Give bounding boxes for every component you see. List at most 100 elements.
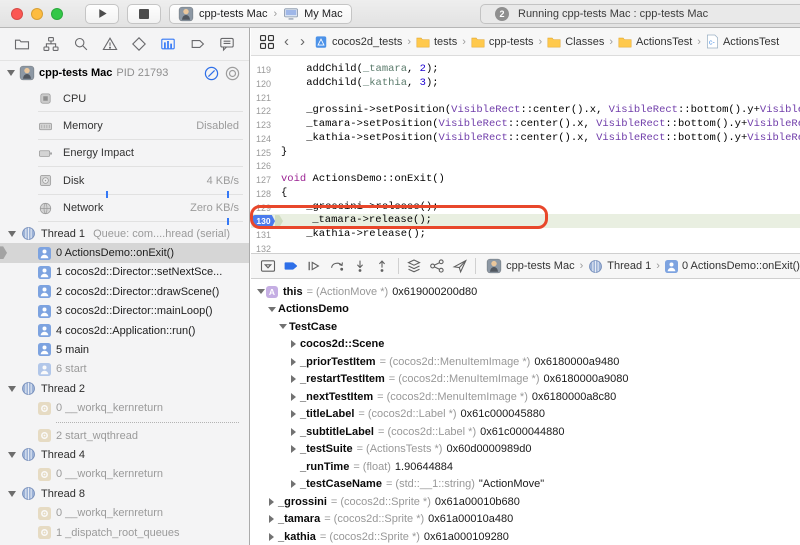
- variable-row[interactable]: _testSuite = (ActionsTests *) 0x60d0000989…: [251, 441, 800, 459]
- jumpbar-item[interactable]: Classes: [547, 36, 604, 48]
- source-editor[interactable]: 119 addChild(_tamara, 2); 120 addChild(_k…: [251, 56, 800, 253]
- step-out-button[interactable]: [371, 256, 394, 276]
- jumpbar-item[interactable]: ActionsTest: [618, 36, 692, 48]
- code-line[interactable]: 120 addChild(_kathia, 3);: [251, 77, 800, 91]
- code-line[interactable]: 123 _tamara->setPosition(VisibleRect::ce…: [251, 118, 800, 132]
- variable-row[interactable]: _priorTestItem = (cocos2d::MenuItemImage …: [251, 353, 800, 371]
- stack-frame-row[interactable]: 3 cocos2d::Director::mainLoop(): [0, 302, 249, 321]
- line-number-gutter[interactable]: 127: [251, 173, 277, 187]
- debug-breadcrumb-item[interactable]: Thread 1: [588, 259, 651, 274]
- code-line[interactable]: 132: [251, 242, 800, 253]
- variable-row[interactable]: _tamara = (cocos2d::Sprite *) 0x61a00010a4…: [251, 511, 800, 529]
- line-number-gutter[interactable]: 119: [251, 63, 277, 77]
- code-line[interactable]: 130 _tamara->release();: [251, 214, 800, 228]
- code-line[interactable]: 122 _grossini->setPosition(VisibleRect::…: [251, 104, 800, 118]
- hide-debug-area-button[interactable]: [257, 256, 280, 276]
- breakpoints-enabled-button[interactable]: [280, 256, 303, 276]
- stack-frame-row[interactable]: 0 __workq_kernreturn: [0, 503, 249, 522]
- disclosure-right-icon[interactable]: [289, 480, 298, 489]
- stack-frame-row[interactable]: 4 cocos2d::Application::run(): [0, 321, 249, 340]
- code-text[interactable]: addChild(_kathia, 3);: [277, 77, 800, 91]
- forward-button[interactable]: ›: [298, 34, 307, 49]
- disclosure-down-icon[interactable]: [8, 230, 16, 237]
- stack-frame-row[interactable]: 5 main: [0, 340, 249, 359]
- gauge-row-disk[interactable]: Disk 4 KB/s: [0, 167, 249, 198]
- variable-row[interactable]: _nextTestItem = (cocos2d::MenuItemImage *…: [251, 388, 800, 406]
- gauge-row-network[interactable]: Network Zero KB/s: [0, 195, 249, 225]
- jumpbar-item[interactable]: tests: [416, 36, 457, 48]
- test-navigator-button[interactable]: [129, 34, 149, 54]
- stack-frame-row[interactable]: 0 ActionsDemo::onExit(): [0, 243, 249, 263]
- jumpbar-item[interactable]: c- ActionsTest: [706, 34, 779, 49]
- process-row[interactable]: cpp-tests Mac PID 21793: [0, 61, 249, 85]
- pause-button[interactable]: [204, 66, 219, 81]
- code-text[interactable]: _kathia->release();: [277, 228, 800, 242]
- thread-row[interactable]: Thread 4: [0, 445, 249, 464]
- variable-row[interactable]: Athis = (ActionMove *) 0x619000200d80: [251, 283, 800, 301]
- code-line[interactable]: 121: [251, 91, 800, 105]
- variable-row[interactable]: ActionsDemo: [251, 301, 800, 319]
- stop-button[interactable]: [127, 3, 161, 24]
- stack-frame-row[interactable]: 0 __workq_kernreturn: [0, 398, 249, 417]
- source-control-navigator-button[interactable]: [41, 34, 61, 54]
- code-line[interactable]: 127 void ActionsDemo::onExit(): [251, 173, 800, 187]
- code-text[interactable]: void ActionsDemo::onExit(): [277, 173, 800, 187]
- line-number-gutter[interactable]: 131: [251, 228, 277, 242]
- code-line[interactable]: 119 addChild(_tamara, 2);: [251, 63, 800, 77]
- variable-row[interactable]: TestCase: [251, 318, 800, 336]
- activity-viewer[interactable]: 2 Running cpp-tests Mac : cpp-tests Mac: [480, 4, 800, 24]
- disclosure-right-icon[interactable]: [267, 515, 276, 524]
- disclosure-right-icon[interactable]: [289, 392, 298, 401]
- disclosure-down-icon[interactable]: [278, 324, 287, 330]
- disclosure-right-icon[interactable]: [289, 410, 298, 419]
- variable-row[interactable]: _runTime = (float) 1.90644884: [251, 458, 800, 476]
- jumpbar-item[interactable]: cpp-tests: [471, 36, 534, 48]
- disclosure-down-icon[interactable]: [267, 306, 276, 312]
- code-line[interactable]: 124 _kathia->setPosition(VisibleRect::ce…: [251, 132, 800, 146]
- disclosure-down-icon[interactable]: [8, 490, 16, 497]
- disclosure-right-icon[interactable]: [289, 375, 298, 384]
- disclosure-right-icon[interactable]: [289, 445, 298, 454]
- disclosure-down-icon[interactable]: [256, 289, 265, 295]
- code-line[interactable]: 129 _grossini->release();: [251, 201, 800, 215]
- jumpbar-item[interactable]: cocos2d_tests: [314, 35, 402, 49]
- line-number-gutter[interactable]: 132: [251, 242, 277, 253]
- code-text[interactable]: _tamara->setPosition(VisibleRect::center…: [277, 118, 800, 132]
- code-line[interactable]: 128 {: [251, 187, 800, 201]
- find-navigator-button[interactable]: [71, 34, 91, 54]
- disclosure-right-icon[interactable]: [267, 497, 276, 506]
- code-text[interactable]: [277, 159, 800, 173]
- code-text[interactable]: _kathia->setPosition(VisibleRect::center…: [277, 132, 800, 146]
- breakpoint-navigator-button[interactable]: [188, 34, 208, 54]
- stack-frame-row[interactable]: 1 _dispatch_root_queues: [0, 523, 249, 542]
- stack-frame-row[interactable]: 2 cocos2d::Director::drawScene(): [0, 282, 249, 301]
- variable-row[interactable]: _subtitleLabel = (cocos2d::Label *) 0x61c0…: [251, 423, 800, 441]
- disclosure-right-icon[interactable]: [289, 357, 298, 366]
- related-items-icon[interactable]: [259, 34, 275, 50]
- code-line[interactable]: 125}: [251, 146, 800, 160]
- close-button[interactable]: [11, 7, 23, 20]
- simulate-location-button[interactable]: [448, 256, 471, 276]
- variable-row[interactable]: cocos2d::Scene: [251, 336, 800, 354]
- disclosure-down-icon[interactable]: [7, 70, 15, 76]
- scheme-selector[interactable]: cpp-tests Mac › My Mac: [169, 3, 352, 24]
- step-over-button[interactable]: [325, 256, 348, 276]
- stack-frame-row[interactable]: 0 __workq_kernreturn: [0, 465, 249, 484]
- code-text[interactable]: [277, 242, 800, 253]
- line-number-gutter[interactable]: 126: [251, 159, 277, 173]
- code-text[interactable]: {: [277, 187, 800, 201]
- variable-row[interactable]: _kathia = (cocos2d::Sprite *) 0x61a0001092…: [251, 528, 800, 545]
- gauge-row-memory[interactable]: Memory Disabled: [0, 112, 249, 140]
- code-text[interactable]: }: [277, 146, 800, 160]
- stack-frame-row[interactable]: 1 cocos2d::Director::setNextSce...: [0, 263, 249, 282]
- code-text[interactable]: _grossini->release();: [277, 201, 800, 215]
- memory-graph-button[interactable]: [426, 256, 449, 276]
- view-hierarchy-button[interactable]: [403, 256, 426, 276]
- disclosure-down-icon[interactable]: [8, 451, 16, 458]
- line-number-gutter[interactable]: 129: [251, 201, 277, 215]
- code-text[interactable]: addChild(_tamara, 2);: [277, 63, 800, 77]
- debug-breadcrumb-item[interactable]: cpp-tests Mac: [486, 258, 575, 274]
- gauge-row-cpu[interactable]: CPU: [0, 85, 249, 113]
- code-text[interactable]: _tamara->release();: [283, 214, 800, 228]
- debug-navigator-button[interactable]: [158, 34, 178, 54]
